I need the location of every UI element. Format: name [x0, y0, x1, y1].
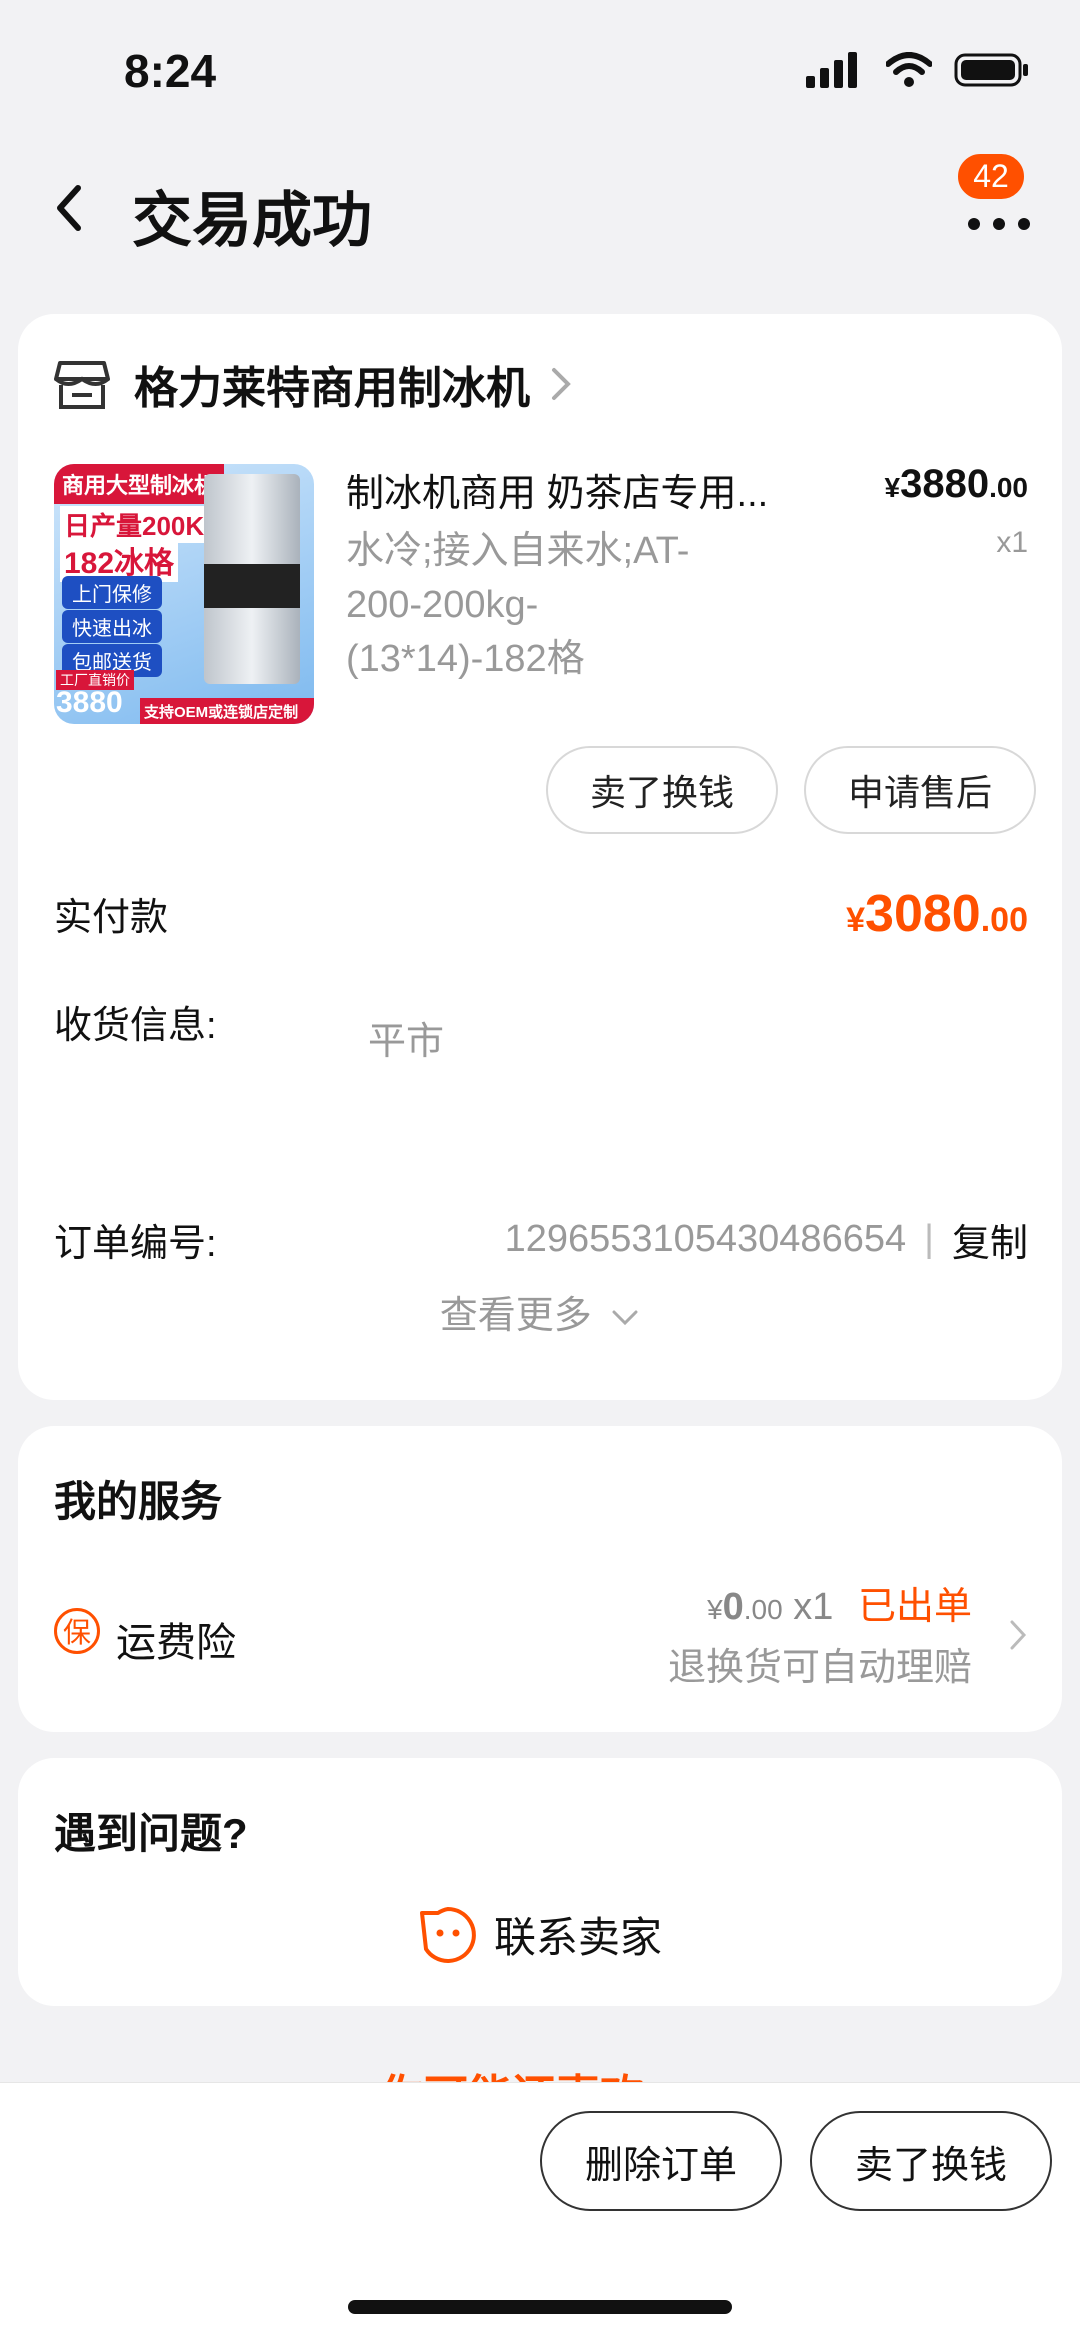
thumb-feature-1: 上门保修: [62, 576, 162, 609]
thumb-feature-2: 快速出冰: [62, 610, 162, 643]
insurance-currency: ¥: [707, 1594, 723, 1625]
services-title: 我的服务: [54, 1478, 223, 1525]
message-count-badge: 42: [954, 150, 1028, 203]
order-card: 格力莱特商用制冰机 商用大型制冰机 日产量200KG 182冰格 上门保修 快速…: [18, 314, 1062, 1400]
item-price-int: 3880: [900, 462, 990, 506]
order-no-label: 订单编号:: [54, 1223, 217, 1265]
item-spec: 水冷;接入自来水;AT-200-200kg-(13*14)-182格: [346, 530, 690, 680]
insurance-label: 运费险: [116, 1621, 236, 1665]
home-indicator: [348, 2300, 732, 2314]
signal-icon: [806, 52, 857, 88]
order-no-row: 1296553105430486654 | 复制: [505, 1212, 1028, 1267]
battery-icon: [954, 53, 1028, 87]
copy-button[interactable]: 复制: [952, 1212, 1028, 1267]
insurance-desc: 退换货可自动理赔: [667, 1647, 972, 1689]
chevron-right-icon: [552, 368, 571, 400]
status-bar: 8:24: [0, 0, 1080, 140]
item-price-currency: ¥: [884, 472, 901, 503]
see-more-label: 查看更多: [439, 1295, 592, 1337]
contact-seller-label: 联系卖家: [493, 1914, 662, 1961]
page-title: 交易成功: [132, 187, 372, 254]
insurance-icon: 保: [54, 1608, 100, 1654]
shop-row[interactable]: 格力莱特商用制冰机: [54, 354, 572, 414]
insurance-qty: x1: [793, 1586, 834, 1628]
paid-amount: ¥3080.00: [846, 884, 1028, 944]
chevron-right-icon: [1010, 1620, 1027, 1650]
item-price: ¥3880.00: [885, 462, 1029, 507]
divider: |: [924, 1218, 934, 1260]
order-no: 1296553105430486654: [504, 1218, 907, 1260]
back-arrow-icon[interactable]: [48, 178, 88, 238]
item-price-dec: .00: [989, 472, 1028, 503]
chat-face-icon: [419, 1906, 476, 1963]
insurance-price-dec: .00: [743, 1594, 783, 1625]
paid-int: 3080: [865, 885, 981, 943]
nav-bar: 交易成功: [0, 140, 1080, 280]
shop-icon: [54, 361, 110, 409]
insurance-info[interactable]: ¥0.00 x1 已出单 退换货可自动理赔: [668, 1578, 972, 1697]
address-label: 收货信息:: [54, 1005, 217, 1047]
status-time: 8:24: [124, 45, 217, 97]
sell-for-cash-bottom-button[interactable]: 卖了换钱: [810, 2111, 1052, 2211]
chevron-down-icon: [612, 1310, 638, 1326]
contact-seller-button[interactable]: 联系卖家: [18, 1904, 1062, 1965]
apply-aftersale-button[interactable]: 申请售后: [804, 746, 1036, 834]
address-city: 平市: [368, 1021, 445, 1063]
help-card: 遇到问题? 联系卖家: [18, 1758, 1062, 2006]
see-more-button[interactable]: 查看更多: [18, 1284, 1062, 1339]
item-qty: x1: [996, 526, 1028, 559]
thumb-banner: 支持OEM或连锁店定制: [140, 698, 314, 724]
insurance-price-int: 0: [722, 1586, 744, 1628]
services-card: 我的服务 保 运费险 ¥0.00 x1 已出单 退换货可自动理赔: [18, 1426, 1062, 1732]
wifi-icon: [886, 52, 932, 87]
item-title[interactable]: 制冰机商用 奶茶店专用...: [346, 462, 826, 517]
product-thumbnail[interactable]: 商用大型制冰机 日产量200KG 182冰格 上门保修 快速出冰 包邮送货 工厂…: [54, 464, 314, 724]
paid-currency: ¥: [846, 901, 866, 939]
paid-label: 实付款: [54, 897, 169, 939]
paid-dec: .00: [980, 901, 1028, 939]
help-title: 遇到问题?: [54, 1810, 248, 1857]
shop-name: 格力莱特商用制冰机: [134, 364, 530, 413]
insurance-price: ¥0.00: [707, 1586, 783, 1628]
bottom-action-bar: 删除订单 卖了换钱: [0, 2082, 1080, 2337]
status-icons: [806, 52, 1030, 88]
insurance-status: 已出单: [857, 1586, 972, 1628]
thumb-tag: 商用大型制冰机: [54, 464, 225, 504]
delete-order-button[interactable]: 删除订单: [540, 2111, 782, 2211]
thumb-machine-door: [204, 564, 300, 608]
sell-for-cash-button[interactable]: 卖了换钱: [546, 746, 778, 834]
thumb-price: 3880: [56, 686, 123, 719]
